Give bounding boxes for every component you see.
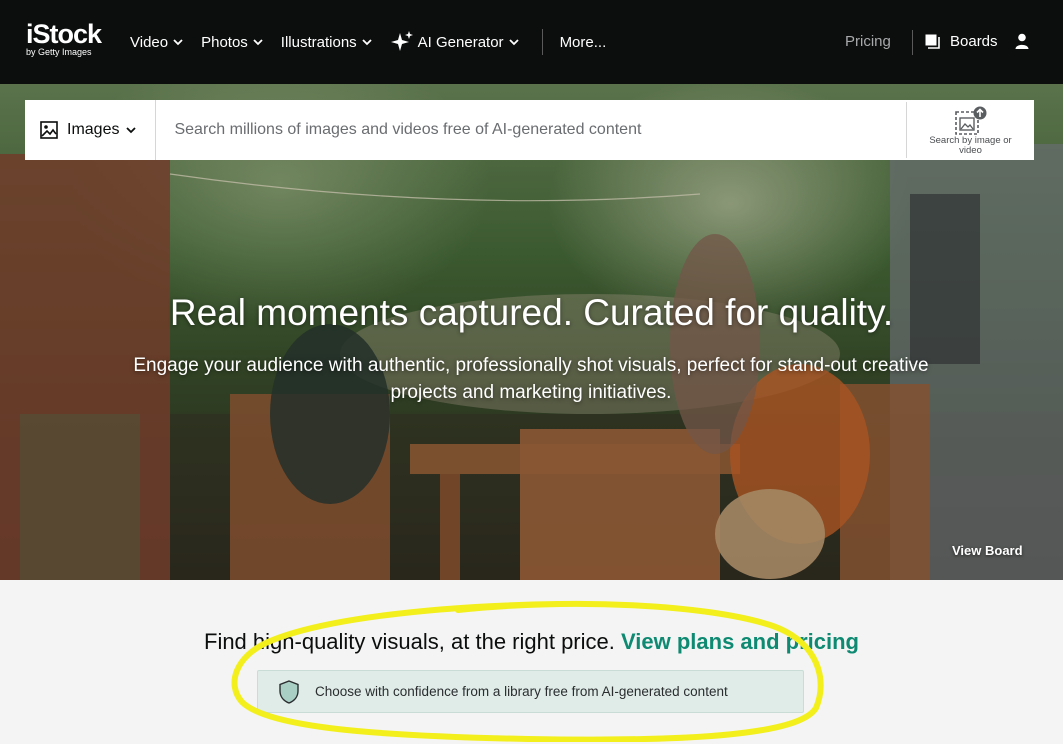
sparkle-icon [390, 31, 413, 51]
pricing-link[interactable]: Pricing [845, 33, 891, 50]
nav-more[interactable]: More... [560, 34, 607, 51]
header-divider [912, 30, 913, 55]
site-header: iStock by Getty Images Video Photos Illu… [0, 0, 1063, 84]
hero-section: Images Search by image or video Real mom… [0, 84, 1063, 580]
nav-ai-generator[interactable]: AI Generator [390, 30, 520, 54]
boards-button[interactable]: Boards [925, 33, 998, 50]
nav-illustrations[interactable]: Illustrations [281, 34, 373, 51]
boards-icon [925, 34, 940, 49]
view-board-link[interactable]: View Board [952, 543, 1023, 558]
nav-photos-label: Photos [201, 33, 248, 51]
promo-text: Find high-quality visuals, at the right … [204, 629, 615, 654]
nav-photos[interactable]: Photos [201, 34, 264, 51]
search-input[interactable] [156, 100, 906, 160]
promo-line: Find high-quality visuals, at the right … [0, 629, 1063, 655]
image-search-icon [954, 106, 986, 135]
hero-title: Real moments captured. Curated for quali… [169, 292, 894, 333]
search-by-image-label: Search by image or video [929, 135, 1012, 156]
ai-free-badge-text: Choose with confidence from a library fr… [315, 684, 728, 699]
search-by-image-button[interactable]: Search by image or video [906, 102, 1034, 158]
chevron-down-icon [126, 127, 137, 134]
logo-tagline: by Getty Images [26, 47, 92, 57]
hero-subtitle: Engage your audience with authentic, pro… [133, 355, 929, 403]
main-nav: Video Photos Illustrations AI Generator … [130, 0, 623, 84]
shield-icon [279, 679, 299, 704]
boards-label: Boards [950, 33, 998, 50]
nav-video[interactable]: Video [130, 34, 184, 51]
view-plans-link[interactable]: View plans and pricing [621, 629, 859, 654]
image-icon [40, 121, 58, 139]
nav-video-label: Video [130, 33, 169, 51]
ai-free-badge: Choose with confidence from a library fr… [257, 670, 804, 713]
nav-illustrations-label: Illustrations [280, 33, 357, 51]
chevron-down-icon [173, 39, 183, 46]
chevron-down-icon [508, 39, 519, 46]
pricing-promo-section: Find high-quality visuals, at the right … [0, 580, 1063, 744]
media-type-select[interactable]: Images [25, 100, 157, 160]
istock-logo[interactable]: iStock by Getty Images [26, 21, 116, 61]
user-icon[interactable] [1014, 33, 1030, 50]
logo-wordmark: iStock [26, 19, 102, 49]
chevron-down-icon [253, 39, 263, 46]
chevron-down-icon [362, 39, 372, 46]
nav-ai-generator-label: AI Generator [417, 33, 504, 51]
nav-divider [541, 29, 543, 55]
nav-more-label: More... [559, 33, 607, 51]
search-bar: Images Search by image or video [25, 100, 1034, 160]
media-type-label: Images [67, 121, 120, 138]
